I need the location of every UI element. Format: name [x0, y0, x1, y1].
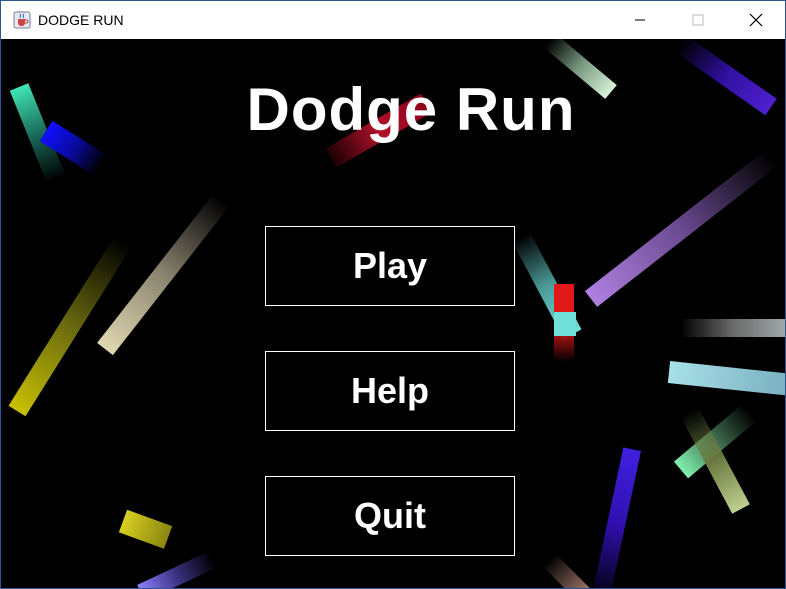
background-streak — [592, 447, 641, 588]
close-button[interactable] — [727, 1, 785, 39]
java-cup-icon — [13, 11, 31, 29]
background-streak — [542, 553, 598, 588]
minimize-button[interactable] — [611, 1, 669, 39]
background-streak — [554, 284, 574, 312]
background-streak — [584, 149, 779, 307]
window-title: DODGE RUN — [38, 12, 124, 28]
play-button[interactable]: Play — [265, 226, 515, 306]
title-bar[interactable]: DODGE RUN — [1, 1, 785, 39]
close-icon — [749, 13, 763, 27]
background-streak — [97, 193, 230, 356]
help-button[interactable]: Help — [265, 351, 515, 431]
background-streak — [554, 312, 576, 336]
app-window: DODGE RUN Dodge Run Play Help Quit — [0, 0, 786, 589]
maximize-icon — [692, 14, 704, 26]
background-streak — [667, 361, 785, 396]
game-canvas: Dodge Run Play Help Quit — [1, 39, 785, 588]
minimize-icon — [635, 19, 645, 21]
background-streak — [554, 336, 574, 362]
background-streak — [118, 509, 173, 549]
background-streak — [681, 319, 785, 337]
background-streak — [137, 551, 218, 588]
maximize-button[interactable] — [669, 1, 727, 39]
game-title: Dodge Run — [246, 76, 576, 143]
quit-button[interactable]: Quit — [265, 476, 515, 556]
